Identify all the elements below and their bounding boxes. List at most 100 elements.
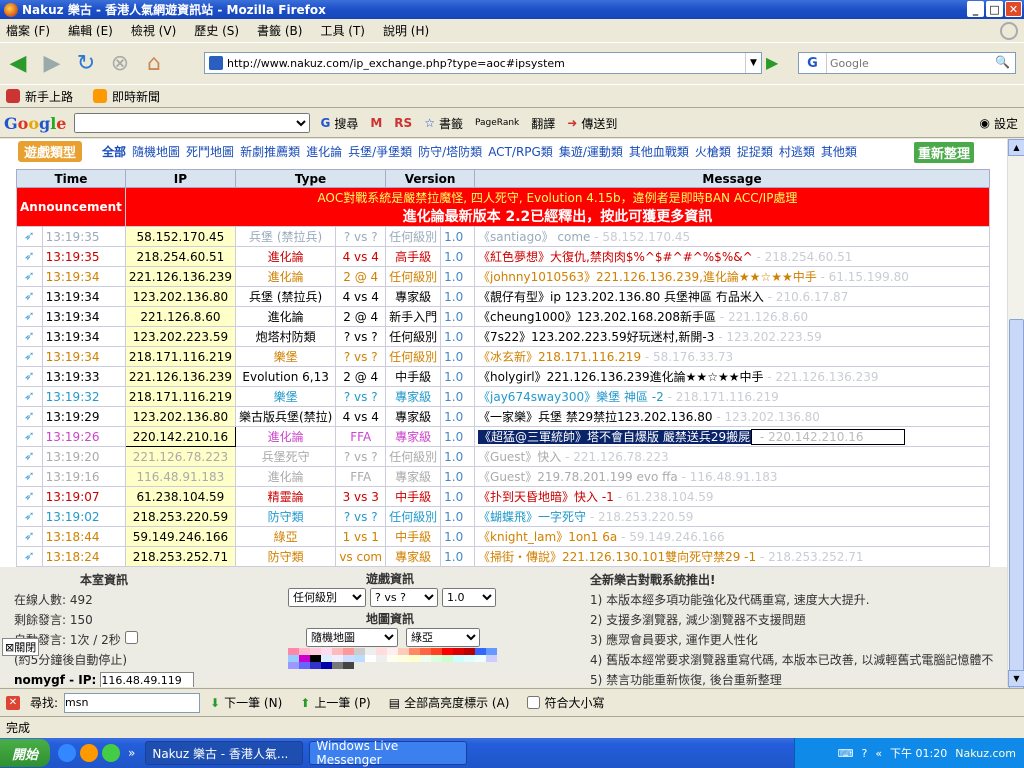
announcement-line2[interactable]: 進化論最新版本 2.2已經釋出，按此可獲更多資訊 [129, 206, 986, 226]
back-icon[interactable]: ◀ [4, 49, 32, 77]
table-row[interactable]: ➶ 13:18:44 59.149.246.166 綠亞 1 vs 1 中手級 1.0 《kn… [16, 526, 990, 547]
cat-all[interactable]: 全部 [102, 143, 126, 160]
table-row[interactable]: ➶ 13:18:24 218.253.252.71 防守類 vs com 專家級 1.0 《掃… [16, 546, 990, 567]
row-message[interactable]: 《超猛@三軍統帥》塔不會自爆版 嚴禁送兵29搬屍 - 220.142.210.1… [474, 426, 990, 447]
url-field[interactable]: http://www.nakuz.com/ip_exchange.php?typ… [204, 52, 762, 74]
table-row[interactable]: ➶ 13:19:34 221.126.136.239 進化論 2 @ 4 任何級別 1.0 《… [16, 266, 990, 287]
cat-rpg[interactable]: ACT/RPG類 [488, 143, 553, 160]
level-select[interactable]: 任何級別 [288, 588, 366, 607]
scroll-down-icon[interactable]: ▼ [1008, 670, 1024, 687]
home-icon[interactable]: ⌂ [140, 49, 168, 77]
gtoolbar-translate[interactable]: 翻譯 [531, 115, 555, 132]
cat-deathmatch[interactable]: 死鬥地圖 [186, 143, 234, 160]
palette-swatch[interactable] [321, 662, 332, 669]
palette-swatch[interactable] [332, 648, 343, 655]
bookmark-getting-started[interactable]: 新手上路 [6, 88, 73, 105]
google-engine-icon[interactable]: G [799, 53, 827, 73]
palette-swatch[interactable] [299, 662, 310, 669]
palette-swatch[interactable] [409, 648, 420, 655]
row-message[interactable]: 《jay674sway300》樂堡 神區 -2 - 218.171.116.21… [474, 386, 990, 407]
ie-icon[interactable] [58, 744, 76, 762]
table-row[interactable]: ➶ 13:19:34 221.126.8.60 進化論 2 @ 4 新手入門 1.0 《che… [16, 306, 990, 327]
palette-swatch[interactable] [431, 655, 442, 662]
color-palette[interactable] [288, 648, 500, 669]
menu-view[interactable]: 檢視 (V) [131, 22, 176, 39]
palette-swatch[interactable] [475, 648, 486, 655]
find-next-button[interactable]: ⬇ 下一筆 (N) [210, 694, 282, 711]
palette-swatch[interactable] [354, 655, 365, 662]
palette-swatch[interactable] [486, 655, 497, 662]
row-message[interactable]: 《靚仔有型》ip 123.202.136.80 兵堡神區 冇品米入 - 210.… [474, 286, 990, 307]
palette-swatch[interactable] [288, 662, 299, 669]
search-icon[interactable]: 🔍 [995, 55, 1013, 71]
palette-swatch[interactable] [398, 648, 409, 655]
row-message[interactable]: 《knight_lam》1on1 6a - 59.149.246.166 [474, 526, 990, 547]
table-row[interactable]: ➶ 13:19:29 123.202.136.80 樂古版兵堡(禁拉) 4 vs 4 專家… [16, 406, 990, 427]
google-toolbar-search[interactable] [74, 113, 311, 133]
stop-icon[interactable]: ⊗ [106, 49, 134, 77]
palette-swatch[interactable] [420, 648, 431, 655]
palette-swatch[interactable] [464, 648, 475, 655]
row-message[interactable]: 《紅色夢想》大復仇,禁肉肉$%^$#^#^%$%&^ - 218.254.60.… [474, 246, 990, 267]
menu-bookmarks[interactable]: 書籤 (B) [257, 22, 302, 39]
cat-gun[interactable]: 火槍類 [695, 143, 731, 160]
palette-swatch[interactable] [332, 655, 343, 662]
row-message[interactable]: 《蝴蝶飛》一字死守 - 218.253.220.59 [474, 506, 990, 527]
palette-swatch[interactable] [475, 655, 486, 662]
palette-swatch[interactable] [376, 648, 387, 655]
palette-swatch[interactable] [310, 662, 321, 669]
row-message[interactable]: 《掃街・傳說》221.126.130.101雙向死守禁29 -1 - 218.2… [474, 546, 990, 567]
highlight-all-button[interactable]: ▤ 全部高亮度標示 (A) [389, 694, 510, 711]
match-case[interactable]: 符合大小寫 [527, 694, 605, 711]
palette-swatch[interactable] [409, 655, 420, 662]
palette-swatch[interactable] [453, 648, 464, 655]
table-row[interactable]: ➶ 13:19:16 116.48.91.183 進化論 FFA 專家級 1.0 《Guest… [16, 466, 990, 487]
menu-help[interactable]: 說明 (H) [383, 22, 429, 39]
refresh-button[interactable]: 重新整理 [914, 142, 975, 163]
palette-swatch[interactable] [365, 655, 376, 662]
palette-swatch[interactable] [453, 655, 464, 662]
palette-swatch[interactable] [464, 655, 475, 662]
chevron-left-icon[interactable]: « [875, 747, 882, 760]
palette-swatch[interactable] [387, 648, 398, 655]
palette-swatch[interactable] [288, 655, 299, 662]
map2-select[interactable]: 綠亞 [406, 628, 480, 647]
firefox-quicklaunch-icon[interactable] [80, 744, 98, 762]
auto-post-checkbox[interactable] [124, 631, 138, 644]
help-icon[interactable]: ? [861, 747, 867, 760]
gtoolbar-settings[interactable]: ◉ 設定 [980, 115, 1019, 132]
cat-catch[interactable]: 捉捉類 [737, 143, 773, 160]
row-message[interactable]: 《Guest》219.78.201.199 evo ffa - 116.48.9… [474, 466, 990, 487]
table-row[interactable]: ➶ 13:19:34 218.171.116.219 樂堡? vs ? 任何級別 1.0 《… [16, 346, 990, 367]
table-row[interactable]: ➶ 13:19:34 123.202.223.59 炮塔村防類? vs ? 任何級別 1.… [16, 326, 990, 347]
forward-icon[interactable]: ▶ [38, 49, 66, 77]
row-message[interactable]: 《7s22》123.202.223.59好玩迷村,新開-3 - 123.202.… [474, 326, 990, 347]
row-message[interactable]: 《cheung1000》123.202.168.208新手區 - 221.126… [474, 306, 990, 327]
minimize-button[interactable]: _ [967, 1, 984, 17]
table-row[interactable]: ➶ 13:19:02 218.253.220.59 防守類? vs ? 任何級別 1.0 《… [16, 506, 990, 527]
palette-swatch[interactable] [387, 655, 398, 662]
cat-random-map[interactable]: 隨機地圖 [132, 143, 180, 160]
close-button[interactable]: ✕ [1005, 1, 1022, 17]
cat-village[interactable]: 村逃類 [779, 143, 815, 160]
palette-swatch[interactable] [310, 655, 321, 662]
palette-swatch[interactable] [354, 648, 365, 655]
task-messenger[interactable]: Windows Live Messenger [309, 739, 468, 767]
gtoolbar-pagerank[interactable]: PageRank [475, 118, 519, 128]
menu-file[interactable]: 檔案 (F) [6, 22, 50, 39]
palette-swatch[interactable] [343, 662, 354, 669]
cat-battle[interactable]: 其他血戰類 [629, 143, 689, 160]
palette-swatch[interactable] [365, 648, 376, 655]
palette-swatch[interactable] [376, 655, 387, 662]
match-case-checkbox[interactable] [527, 696, 541, 709]
find-close-icon[interactable]: ✕ [6, 695, 20, 710]
cat-castle[interactable]: 兵堡/爭堡類 [348, 143, 412, 160]
url-dropdown-icon[interactable]: ▼ [745, 53, 761, 73]
palette-swatch[interactable] [321, 648, 332, 655]
palette-swatch[interactable] [420, 655, 431, 662]
cat-new[interactable]: 新劇推薦類 [240, 143, 300, 160]
cat-other[interactable]: 其他類 [821, 143, 857, 160]
start-button[interactable]: 開始 [0, 739, 50, 767]
menu-history[interactable]: 歷史 (S) [194, 22, 239, 39]
palette-swatch[interactable] [288, 648, 299, 655]
